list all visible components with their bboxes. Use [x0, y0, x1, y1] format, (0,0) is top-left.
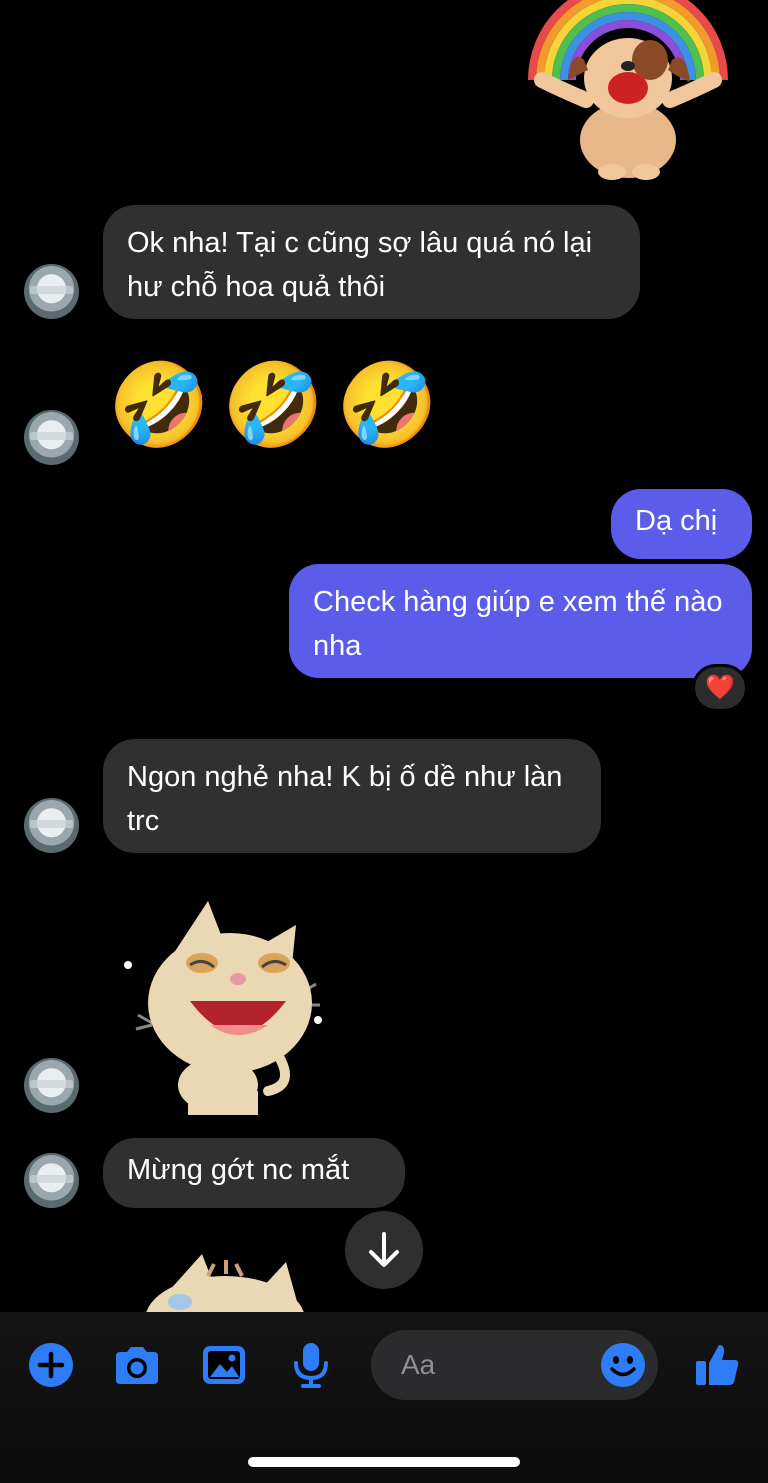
- home-indicator: [248, 1457, 520, 1467]
- camera-icon: [116, 1347, 158, 1384]
- heart-reaction-badge[interactable]: ❤️: [692, 664, 748, 712]
- contact-avatar[interactable]: [24, 410, 79, 465]
- gallery-button[interactable]: [199, 1340, 249, 1390]
- laughing-cat-sticker[interactable]: [118, 895, 328, 1115]
- contact-avatar[interactable]: [24, 1058, 79, 1113]
- arrow-down-icon: [369, 1232, 399, 1267]
- incoming-message[interactable]: Ngon nghẻ nha! K bị ố dề như làn trc: [103, 739, 601, 853]
- emoji-message[interactable]: 🤣🤣🤣: [108, 356, 450, 456]
- emoji-button[interactable]: [598, 1340, 648, 1390]
- image-icon: [203, 1346, 245, 1384]
- camera-button[interactable]: [112, 1340, 162, 1390]
- dog-rainbow-sticker[interactable]: [522, 0, 734, 180]
- microphone-icon: [294, 1343, 328, 1388]
- smiley-icon: [601, 1343, 645, 1387]
- outgoing-message[interactable]: Dạ chị: [611, 489, 752, 559]
- scroll-to-bottom-button[interactable]: [345, 1211, 423, 1289]
- contact-avatar[interactable]: [24, 264, 79, 319]
- incoming-message[interactable]: Mừng gớt nc mắt: [103, 1138, 405, 1208]
- voice-message-button[interactable]: [286, 1340, 336, 1390]
- thumbs-up-icon: [696, 1345, 739, 1385]
- cat-sticker-partial[interactable]: [140, 1250, 310, 1312]
- like-button[interactable]: [692, 1340, 742, 1390]
- contact-avatar[interactable]: [24, 798, 79, 853]
- incoming-message[interactable]: Ok nha! Tại c cũng sợ lâu quá nó lại hư …: [103, 205, 640, 319]
- add-button[interactable]: [26, 1340, 76, 1390]
- contact-avatar[interactable]: [24, 1153, 79, 1208]
- outgoing-message[interactable]: Check hàng giúp e xem thế nào nha: [289, 564, 752, 678]
- plus-icon: [29, 1343, 73, 1387]
